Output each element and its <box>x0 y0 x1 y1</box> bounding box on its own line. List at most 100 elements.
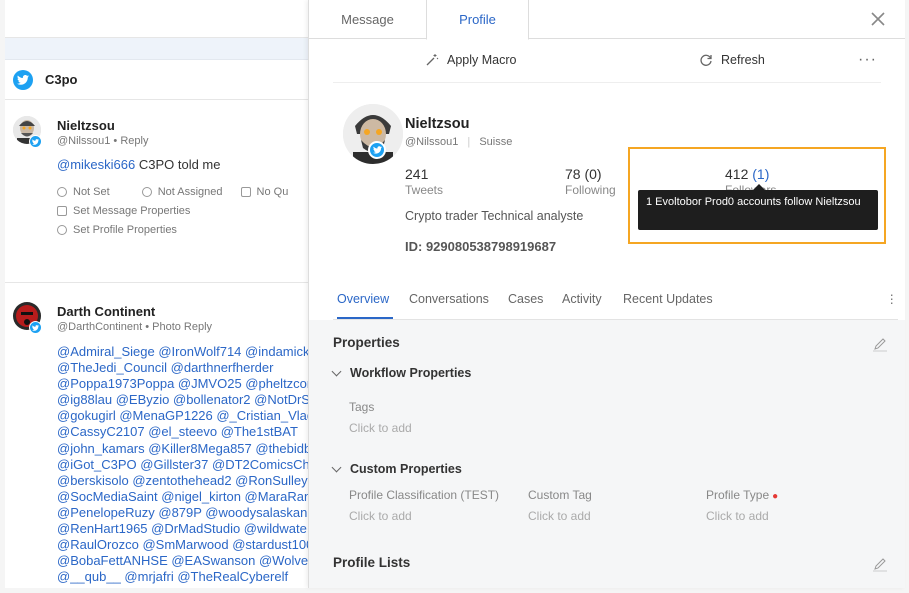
profile-type-label: Profile Type ● <box>706 488 778 502</box>
refresh-label: Refresh <box>721 53 765 67</box>
mention-line[interactable]: @CassyC2107 @el_steevo @The1stBAT <box>57 424 310 440</box>
left-top-strip <box>5 0 310 38</box>
author-name[interactable]: Darth Continent <box>57 304 155 319</box>
mention-line[interactable]: @iGot_C3PO @Gillster37 @DT2ComicsCha <box>57 457 310 473</box>
tab-message[interactable]: Message <box>309 0 426 39</box>
workflow-properties-toggle[interactable]: Workflow Properties <box>331 366 472 380</box>
assignee-icon <box>141 187 152 197</box>
mention-line[interactable]: @RenHart1965 @DrMadStudio @wildwate <box>57 521 310 537</box>
profile-toolbar: Apply Macro Refresh ··· <box>333 39 881 83</box>
set-profile-properties-label: Set Profile Properties <box>73 224 177 236</box>
profile-type-input[interactable]: Click to add <box>706 509 769 523</box>
left-header-bar <box>5 38 310 60</box>
message-properties-icon <box>57 206 67 216</box>
tab-overview[interactable]: Overview <box>337 292 389 306</box>
twitter-badge-icon <box>29 135 42 148</box>
channel-name: C3po <box>45 72 78 87</box>
mention-link[interactable]: @mikeski666 <box>57 157 135 172</box>
mention-line[interactable]: @RaulOrozco @SmMarwood @stardust100 <box>57 537 310 553</box>
author-sub: @DarthContinent • Photo Reply <box>57 321 213 333</box>
mention-line[interactable]: @TheJedi_Council @darthnerfherder <box>57 360 310 376</box>
status-not-set[interactable]: Not Set <box>73 186 110 198</box>
active-tab-indicator <box>337 317 393 319</box>
profile-name: Nieltzsou <box>405 116 470 132</box>
profile-id: ID: 929080538798919687 <box>405 239 557 254</box>
status-icon <box>57 187 67 197</box>
mention-line[interactable]: @BobaFettANHSE @EASwanson @Wolver <box>57 553 310 569</box>
edit-pencil-icon[interactable] <box>872 556 888 572</box>
more-menu-icon[interactable]: ··· <box>858 51 877 69</box>
chevron-down-icon <box>331 462 342 472</box>
profile-classification-label: Profile Classification (TEST) <box>349 488 500 502</box>
location-text: Suisse <box>479 136 513 148</box>
edit-pencil-icon[interactable] <box>872 336 888 352</box>
properties-title: Properties <box>333 335 400 350</box>
profile-classification-input[interactable]: Click to add <box>349 509 412 523</box>
custom-tag-label: Custom Tag <box>528 488 592 502</box>
queue-icon <box>240 187 251 197</box>
assignee-not-assigned[interactable]: Not Assigned <box>158 186 223 198</box>
twitter-icon <box>13 69 33 90</box>
tab-activity[interactable]: Activity <box>562 292 602 306</box>
followers-tooltip: 1 Evoltobor Prod0 accounts follow Nieltz… <box>638 190 878 230</box>
mention-line[interactable]: @ig88lau @EByzio @bollenator2 @NotDrS <box>57 392 310 408</box>
conversation-panel: C3po Nieltzsou @Nilssou1 • Reply @mikesk… <box>5 0 310 588</box>
mentions-list[interactable]: @Admiral_Siege @IronWolf714 @indamicks @… <box>57 344 310 585</box>
custom-properties-toggle[interactable]: Custom Properties <box>331 462 462 476</box>
apply-macro-label: Apply Macro <box>447 53 517 67</box>
tab-recent-updates[interactable]: Recent Updates <box>623 292 713 306</box>
stat-following: 78 (0) Following <box>565 166 616 197</box>
mention-line[interactable]: @john_kamars @Killer8Mega857 @thebidb <box>57 441 310 457</box>
properties-section: Properties Workflow Properties Tags Clic… <box>309 320 905 588</box>
mention-line[interactable]: @SocMediaSaint @nigel_kirton @MaraRan <box>57 489 310 505</box>
message-divider <box>5 282 310 283</box>
tweets-count: 241 <box>405 166 429 182</box>
profile-tabs: Overview Conversations Cases Activity Re… <box>333 280 898 320</box>
profile-lists-title: Profile Lists <box>333 555 411 570</box>
panel-tabs: Message Profile <box>309 0 905 40</box>
queue-label[interactable]: No Qu <box>257 186 289 198</box>
profile-bio: Crypto trader Technical analyste <box>405 209 584 223</box>
mention-line[interactable]: @gokugirl @MenaGP1226 @_Cristian_Vlad <box>57 408 310 424</box>
apply-macro-button[interactable]: Apply Macro <box>425 53 516 67</box>
message-text: @mikeski666 C3PO told me <box>57 157 221 172</box>
mention-line[interactable]: @berskisolo @zentothehead2 @RonSulley <box>57 473 310 489</box>
meta-row: Not Set Not Assigned No Qu <box>57 186 288 198</box>
profile-handle: @Nilssou1 | Suisse <box>405 136 512 148</box>
set-message-properties[interactable]: Set Message Properties <box>57 205 190 217</box>
kebab-menu-icon[interactable]: · · · <box>889 287 894 309</box>
tweets-label: Tweets <box>405 183 444 197</box>
tags-input[interactable]: Click to add <box>349 421 412 435</box>
following-count: 78 (0) <box>565 166 602 182</box>
tab-profile[interactable]: Profile <box>426 0 529 40</box>
chevron-down-icon <box>331 366 342 376</box>
tab-conversations[interactable]: Conversations <box>409 292 489 306</box>
refresh-button[interactable]: Refresh <box>699 53 765 67</box>
profile-properties-icon <box>57 225 67 235</box>
custom-tag-input[interactable]: Click to add <box>528 509 591 523</box>
twitter-badge-icon <box>29 321 42 334</box>
close-icon[interactable] <box>871 12 885 26</box>
twitter-badge-icon <box>368 141 386 159</box>
mention-line[interactable]: @Admiral_Siege @IronWolf714 @indamicks <box>57 344 310 360</box>
author-name[interactable]: Nieltzsou <box>57 118 115 133</box>
following-label: Following <box>565 183 616 197</box>
handle-text: @Nilssou1 <box>405 136 459 148</box>
magic-wand-icon <box>426 54 439 66</box>
mention-line[interactable]: @Poppa1973Poppa @JMVO25 @pheltzcor <box>57 376 310 392</box>
stat-tweets: 241 Tweets <box>405 166 443 197</box>
required-indicator: ● <box>772 491 779 502</box>
profile-type-text: Profile Type <box>706 488 770 502</box>
mention-line[interactable]: @__qub__ @mrjafri @TheRealCyberelf <box>57 569 310 585</box>
tags-label: Tags <box>349 400 375 414</box>
channel-header[interactable]: C3po <box>5 60 310 100</box>
custom-properties-label: Custom Properties <box>350 462 462 476</box>
mention-line[interactable]: @PenelopeRuzy @879P @woodysalaskan <box>57 505 310 521</box>
separator: | <box>467 136 471 148</box>
workflow-properties-label: Workflow Properties <box>350 366 472 380</box>
refresh-icon <box>700 54 712 66</box>
profile-panel: Message Profile Apply Macro Refresh ··· … <box>308 0 905 588</box>
set-message-properties-label: Set Message Properties <box>73 205 191 217</box>
tab-cases[interactable]: Cases <box>508 292 543 306</box>
set-profile-properties[interactable]: Set Profile Properties <box>57 224 177 236</box>
